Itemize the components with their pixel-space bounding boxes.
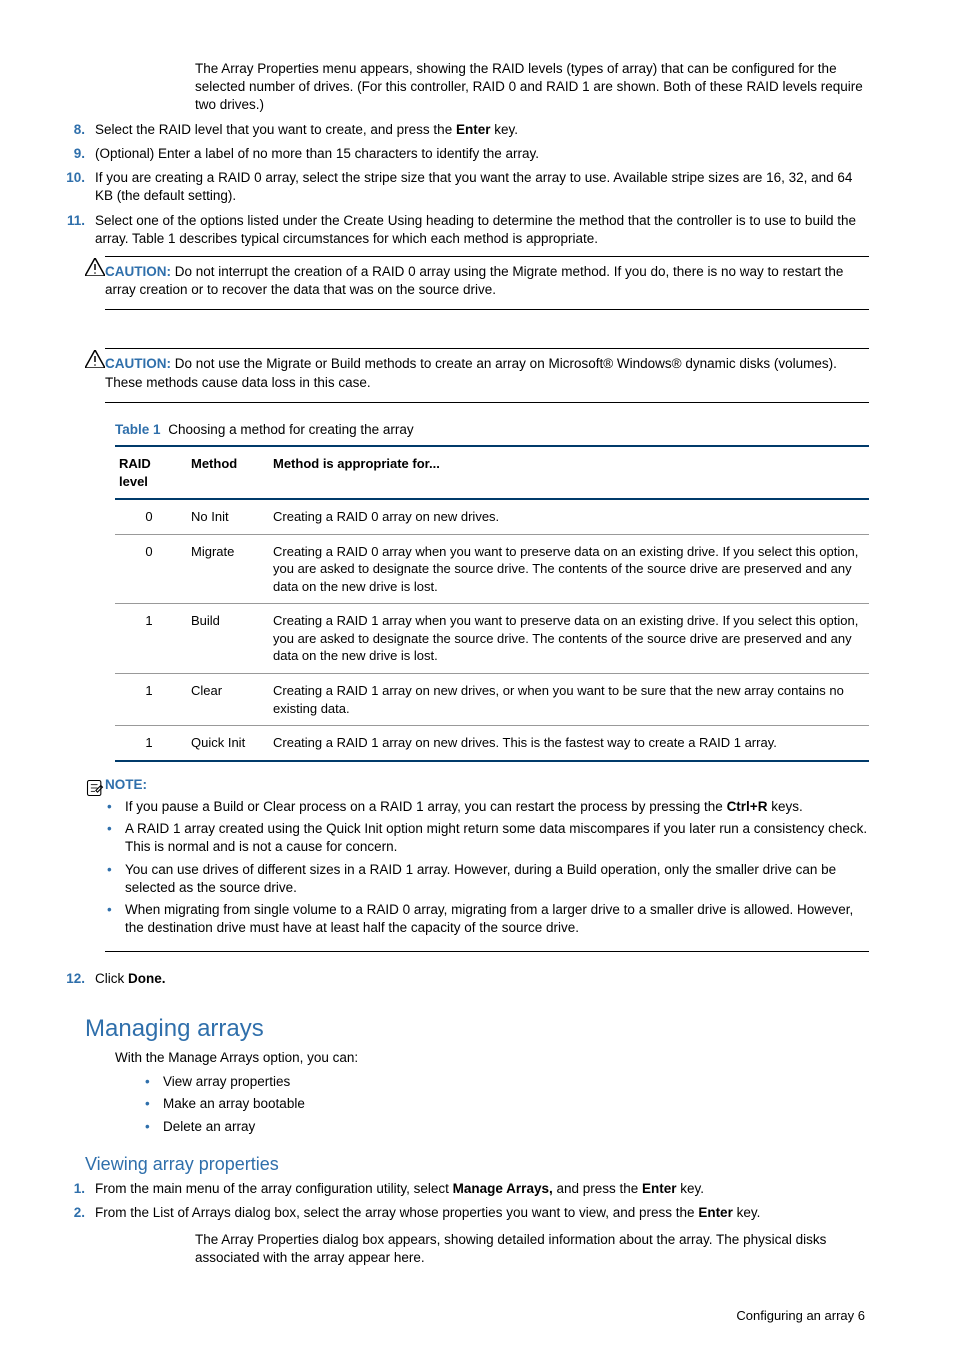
table-row: 1BuildCreating a RAID 1 array when you w… <box>115 604 869 674</box>
step-b2: 2.From the List of Arrays dialog box, se… <box>85 1204 869 1222</box>
table-row: 1ClearCreating a RAID 1 array on new dri… <box>115 673 869 725</box>
intro-paragraph: The Array Properties menu appears, showi… <box>195 60 869 115</box>
table-row: 0No InitCreating a RAID 0 array on new d… <box>115 499 869 534</box>
caution-label: CAUTION: <box>105 356 171 371</box>
note-item: •When migrating from single volume to a … <box>105 901 869 937</box>
note-item: •If you pause a Build or Clear process o… <box>105 798 869 816</box>
step-10: 10.If you are creating a RAID 0 array, s… <box>85 169 869 205</box>
table-header-row: RAID level Method Method is appropriate … <box>115 446 869 499</box>
method-table: RAID level Method Method is appropriate … <box>115 445 869 762</box>
list-item: •Make an array bootable <box>143 1095 869 1113</box>
steps-list-a: 8.Select the RAID level that you want to… <box>85 121 869 248</box>
heading-managing-arrays: Managing arrays <box>85 1013 869 1045</box>
step-b1: 1.From the main menu of the array config… <box>85 1180 869 1198</box>
list-item: •Delete an array <box>143 1118 869 1136</box>
step-9: 9.(Optional) Enter a label of no more th… <box>85 145 869 163</box>
note-label: NOTE: <box>105 777 147 792</box>
caution-label: CAUTION: <box>105 264 171 279</box>
caution-1: CAUTION: Do not interrupt the creation o… <box>85 256 869 310</box>
managing-intro: With the Manage Arrays option, you can: <box>115 1049 869 1067</box>
note-item: •You can use drives of different sizes i… <box>105 861 869 897</box>
steps-list-a2: 12.Click Done. <box>85 970 869 988</box>
note-list: •If you pause a Build or Clear process o… <box>105 798 869 953</box>
caution-text: Do not use the Migrate or Build methods … <box>105 356 837 389</box>
caution-text: Do not interrupt the creation of a RAID … <box>105 264 843 297</box>
step-11: 11.Select one of the options listed unde… <box>85 212 869 248</box>
note-block: NOTE: •If you pause a Build or Clear pro… <box>85 776 869 953</box>
steps-list-b: 1.From the main menu of the array config… <box>85 1180 869 1222</box>
table-row: 0MigrateCreating a RAID 0 array when you… <box>115 534 869 604</box>
list-item: •View array properties <box>143 1073 869 1091</box>
caution-2: CAUTION: Do not use the Migrate or Build… <box>85 348 869 402</box>
intro-text: The Array Properties menu appears, showi… <box>195 60 869 115</box>
step-12: 12.Click Done. <box>85 970 869 988</box>
heading-viewing-properties: Viewing array properties <box>85 1152 869 1176</box>
properties-paragraph: The Array Properties dialog box appears,… <box>195 1231 869 1267</box>
table-row: 1Quick InitCreating a RAID 1 array on ne… <box>115 726 869 761</box>
page-footer: Configuring an array 6 <box>85 1307 869 1325</box>
note-item: •A RAID 1 array created using the Quick … <box>105 820 869 856</box>
table-caption: Table 1 Choosing a method for creating t… <box>115 421 869 439</box>
managing-list: •View array properties •Make an array bo… <box>143 1073 869 1136</box>
step-8: 8.Select the RAID level that you want to… <box>85 121 869 139</box>
table-section: Table 1 Choosing a method for creating t… <box>115 421 869 762</box>
